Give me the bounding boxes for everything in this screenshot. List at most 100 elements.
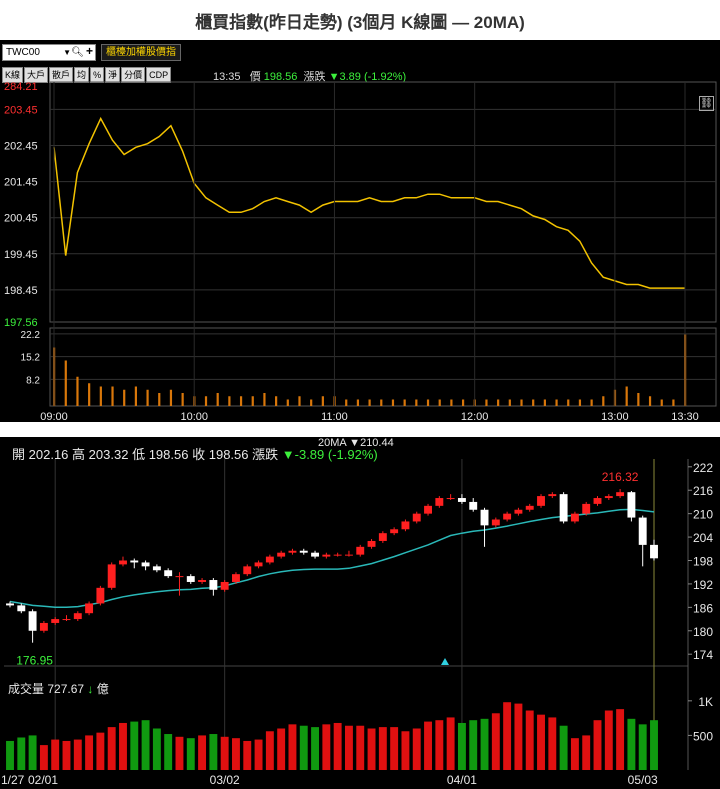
volume-bar <box>251 396 254 406</box>
volume-bar <box>367 728 376 770</box>
candle-body <box>164 570 173 577</box>
candle-body <box>220 581 229 590</box>
candle-body <box>593 498 602 504</box>
volume-bar <box>625 386 628 406</box>
volume-bar <box>548 717 557 770</box>
link-icon[interactable]: ⛓ <box>699 96 714 111</box>
volume-axis-label: 22.2 <box>21 330 41 341</box>
ma-legend: 20MA ▼210.44 <box>318 437 394 449</box>
volume-axis-label: 500 <box>693 729 713 743</box>
candle-body <box>119 560 127 565</box>
candle-body <box>28 611 37 631</box>
price-axis-label: 174 <box>693 648 713 662</box>
dropdown-arrow-icon[interactable]: ▼ <box>63 45 71 60</box>
close-label: 收 <box>192 447 206 462</box>
volume-bar <box>648 396 652 406</box>
change-value: ▼-3.89 (-1.92%) <box>281 447 378 462</box>
volume-bar <box>311 727 320 770</box>
volume-bar <box>265 731 274 770</box>
volume-bar <box>356 725 365 770</box>
volume-bar <box>123 389 126 406</box>
volume-bar <box>638 724 647 770</box>
candle-body <box>616 492 625 497</box>
candle-body <box>390 529 399 534</box>
candle-body <box>446 498 455 500</box>
volume-bar <box>73 739 82 770</box>
volume-bar <box>96 732 105 770</box>
volume-bar <box>152 728 161 770</box>
candle-body <box>638 517 647 545</box>
volume-bar <box>424 721 432 770</box>
volume-bar <box>485 399 488 406</box>
price-axis-label: 180 <box>693 625 713 639</box>
volume-bar <box>288 724 297 770</box>
page-title: 櫃買指數(昨日走勢) (3個月 K線圖 — 20MA) <box>195 12 525 32</box>
candle-body <box>152 566 161 571</box>
marker-triangle <box>441 658 449 665</box>
search-icon[interactable]: 🔍︎ <box>71 45 84 60</box>
volume-axis-label: 1K <box>698 695 713 709</box>
volume-bar <box>181 393 184 406</box>
volume-bar <box>415 399 418 406</box>
volume-bar <box>263 393 266 406</box>
volume-bar <box>310 399 313 406</box>
volume-bar <box>322 724 331 770</box>
volume-bar <box>275 396 278 406</box>
volume-bar <box>99 386 102 406</box>
candle-body <box>254 562 263 567</box>
add-icon[interactable]: + <box>86 44 93 59</box>
price-axis-label: 203.45 <box>4 104 38 116</box>
volume-bar <box>39 745 48 770</box>
price-axis-label: 204 <box>693 531 713 545</box>
candle-body <box>6 603 14 606</box>
volume-bar <box>491 713 500 770</box>
volume-bar <box>333 722 342 770</box>
candle-body <box>51 619 60 623</box>
price-axis-label: 198 <box>693 555 713 569</box>
volume-bar <box>76 376 79 406</box>
candle-body <box>582 503 591 514</box>
candle-body <box>17 605 26 612</box>
candle-body <box>288 550 297 553</box>
volume-bar <box>220 736 229 770</box>
volume-bar <box>111 386 114 406</box>
volume-bar <box>627 718 636 770</box>
candle-body <box>356 546 365 555</box>
volume-bar <box>457 722 466 770</box>
candle-body <box>627 492 636 518</box>
candle-body <box>469 501 478 510</box>
volume-bar <box>186 738 195 770</box>
low-annotation: 176.95 <box>16 654 53 668</box>
volume-bar <box>401 731 410 770</box>
price-axis-label: 201.45 <box>4 177 38 189</box>
index-name-button[interactable]: 櫃檯加權股價指 <box>101 44 181 61</box>
price-axis-label: 222 <box>693 461 713 475</box>
time-axis-label: 13:00 <box>601 411 629 422</box>
candle-body <box>401 521 410 530</box>
volume-value: 727.67 <box>47 682 85 696</box>
volume-bar <box>228 396 231 406</box>
candle-body <box>96 587 105 604</box>
volume-bar <box>391 399 395 406</box>
volume-bar <box>239 396 243 406</box>
volume-bar <box>412 728 421 770</box>
volume-bar <box>650 720 658 770</box>
stock-code-input[interactable]: TWC00 ▼ 🔍︎ + <box>2 44 96 61</box>
volume-bar <box>403 399 406 406</box>
volume-bar <box>286 399 289 406</box>
candle-body <box>412 513 421 522</box>
volume-axis-label: 15.2 <box>21 353 41 364</box>
candle-body <box>130 560 139 563</box>
date-axis-label: 05/03 <box>628 773 658 787</box>
candle-body <box>39 622 48 631</box>
volume-bar <box>119 722 127 770</box>
intraday-panel: TWC00 ▼ 🔍︎ + 櫃檯加權股價指 K線 大戶 散戶均% 淨分價 CDP 13:3… <box>0 40 720 422</box>
low-value: 198.56 <box>148 447 189 462</box>
volume-axis-label: 8.2 <box>26 375 40 386</box>
volume-bar <box>107 727 116 770</box>
volume-bar <box>254 739 263 770</box>
volume-bar <box>450 399 453 406</box>
volume-label: 成交量 <box>8 682 45 696</box>
volume-bar <box>321 396 324 406</box>
volume-bar <box>164 734 173 770</box>
